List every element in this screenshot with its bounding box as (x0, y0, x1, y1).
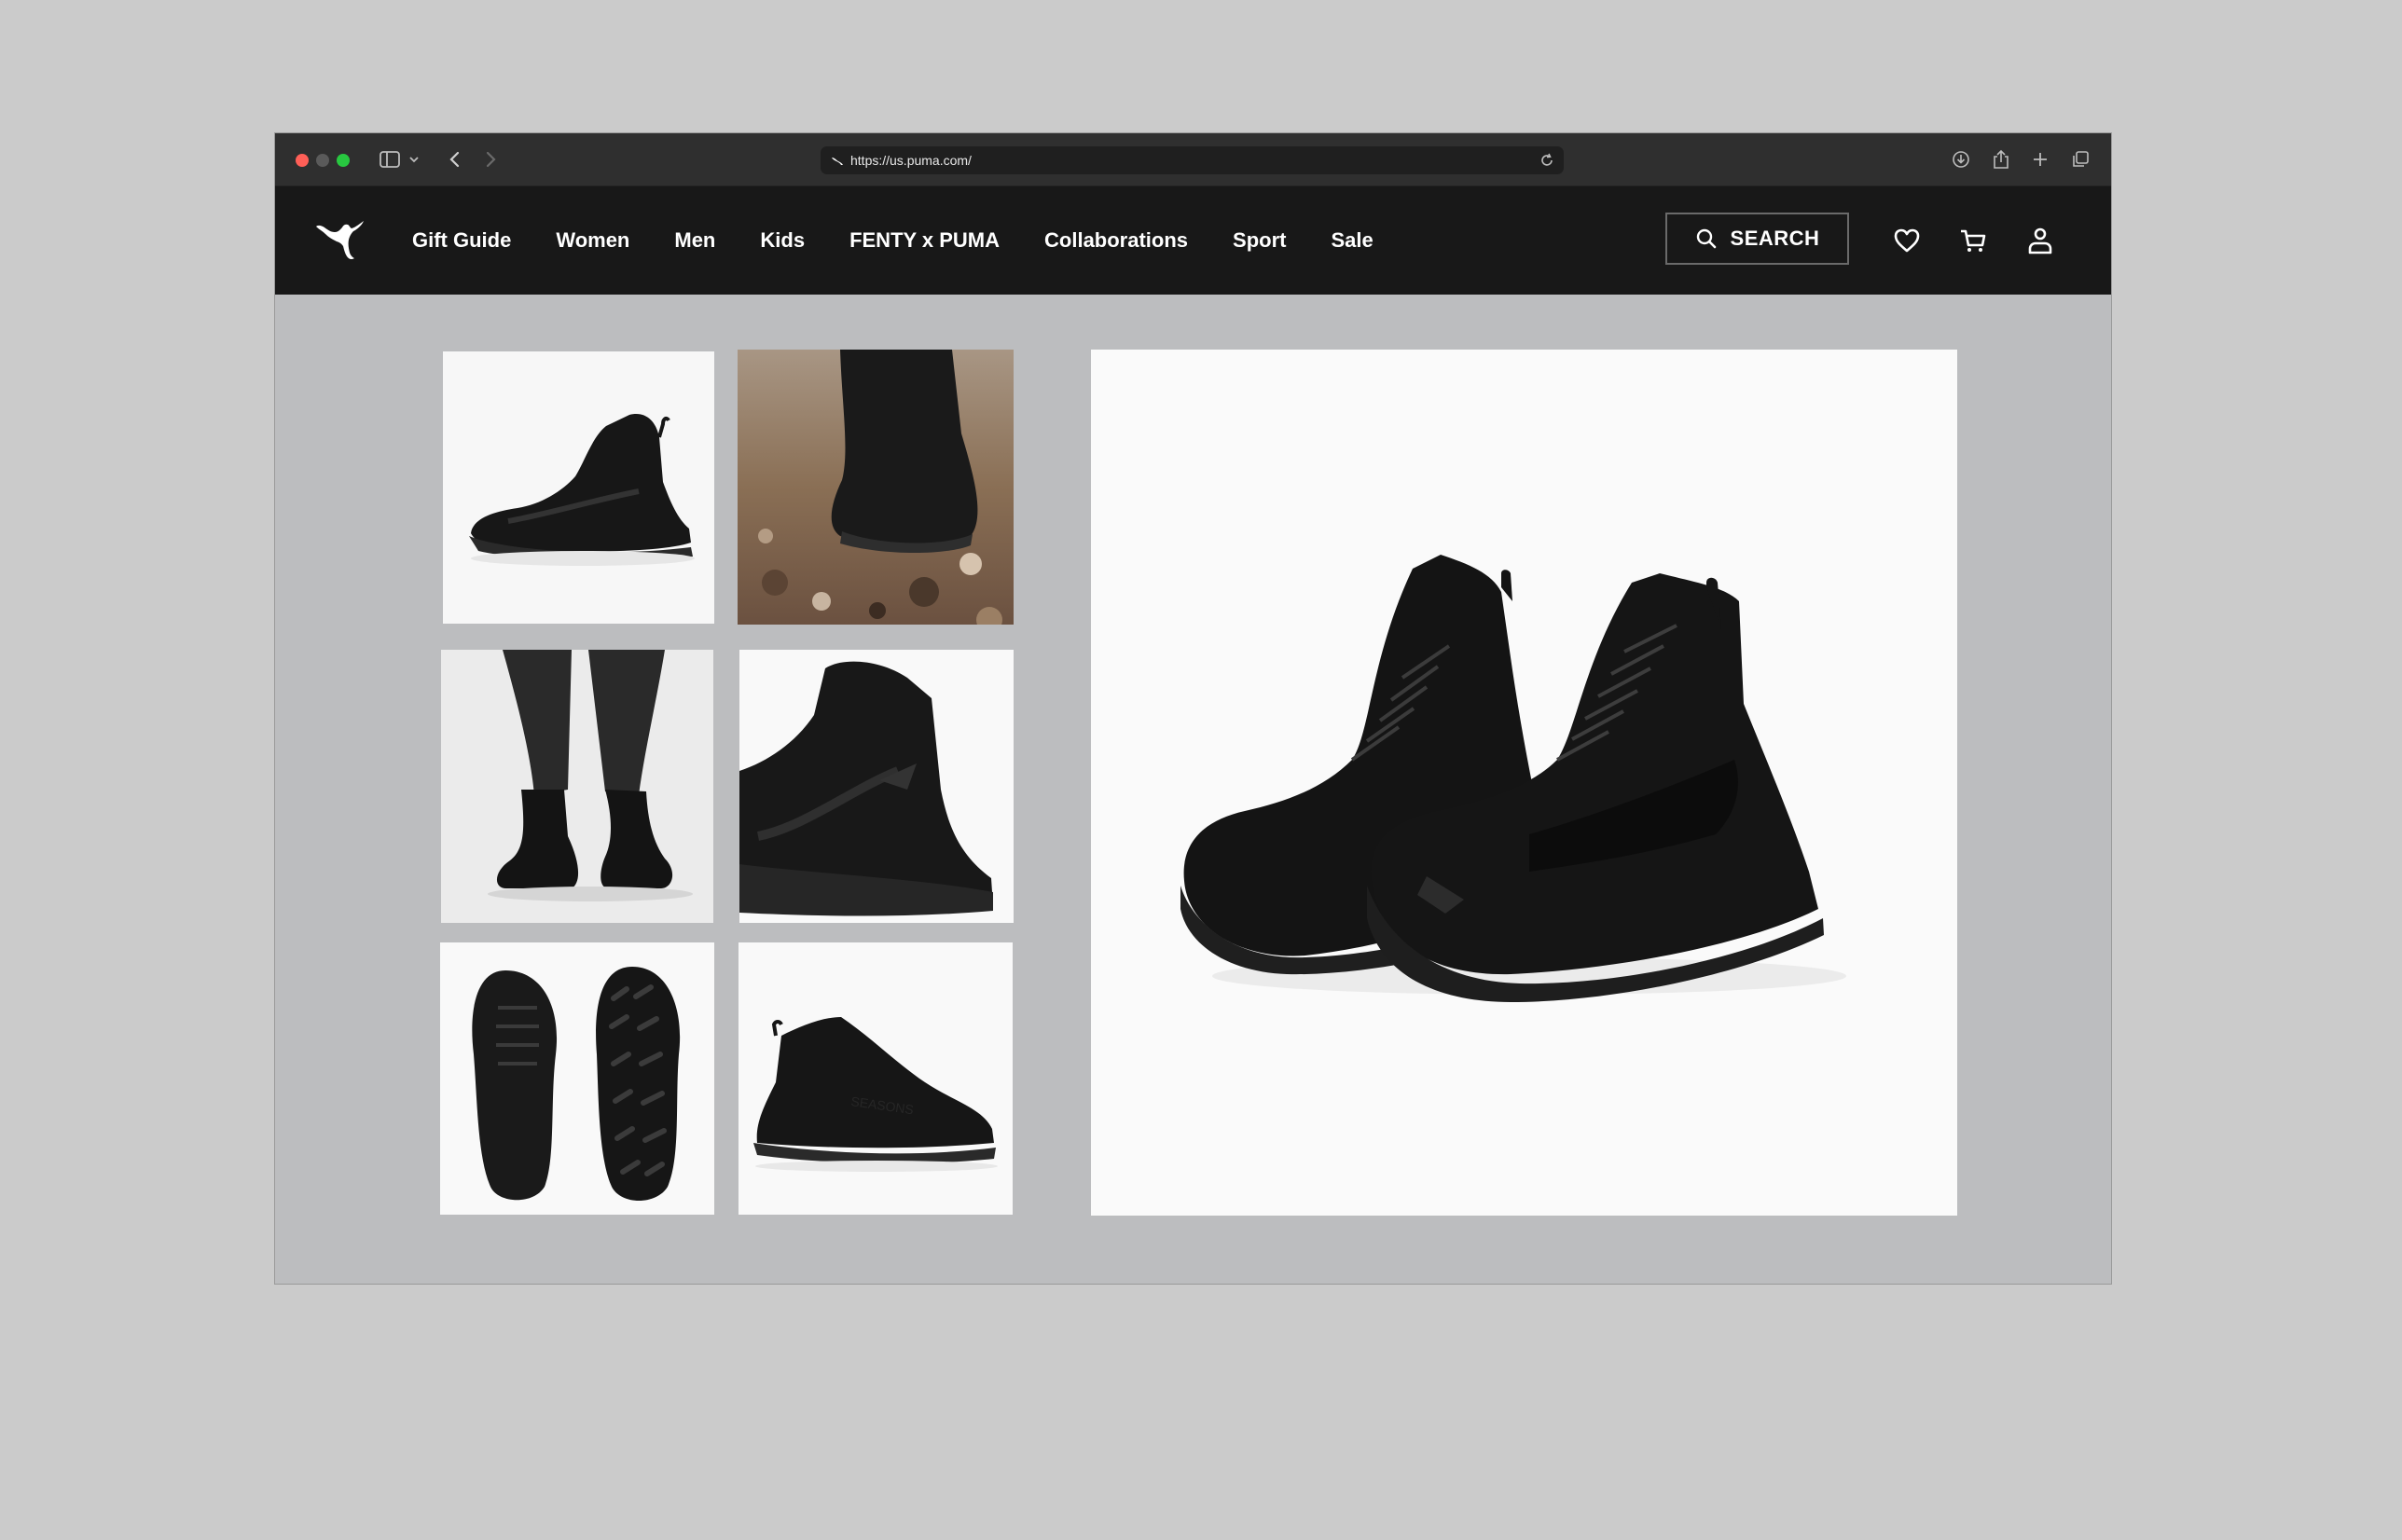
shoe-medial-side-image: SEASONS (753, 1017, 998, 1172)
cart-icon[interactable] (1957, 225, 1989, 256)
browser-toolbar: https://us.puma.com/ (275, 133, 2111, 186)
minimize-window-button[interactable] (316, 154, 329, 167)
nav-gift-guide[interactable]: Gift Guide (412, 228, 511, 253)
thumbnail-6[interactable]: SEASONS (739, 942, 1013, 1215)
model-wearing-shoes-image (441, 650, 713, 923)
puma-logo-icon[interactable] (314, 219, 366, 262)
nav-sport[interactable]: Sport (1233, 228, 1286, 253)
heel-close-up-image (739, 661, 993, 916)
nav-collaborations[interactable]: Collaborations (1044, 228, 1188, 253)
thumbnail-2[interactable] (738, 350, 1014, 625)
thumbnail-4[interactable] (739, 650, 1014, 923)
url-text: https://us.puma.com/ (850, 153, 972, 168)
tab-overview-icon[interactable] (2069, 146, 2091, 172)
thumbnail-5[interactable] (440, 942, 714, 1215)
top-and-sole-view-image (472, 967, 681, 1201)
sidebar-toggle-icon[interactable] (378, 146, 402, 172)
shoe-on-rocky-ground-image (738, 350, 1014, 625)
browser-window: https://us.puma.com/ Gift Guide Women Me… (275, 133, 2111, 1284)
site-favicon-icon (830, 153, 845, 168)
reload-icon[interactable] (1539, 153, 1554, 172)
nav-kids[interactable]: Kids (760, 228, 805, 253)
forward-icon[interactable] (482, 146, 501, 172)
search-button[interactable]: SEARCH (1665, 213, 1849, 265)
thumbnail-1[interactable] (443, 351, 714, 624)
nav-men[interactable]: Men (674, 228, 715, 253)
chevron-down-icon[interactable] (407, 146, 421, 172)
search-icon (1695, 227, 1718, 250)
address-bar[interactable]: https://us.puma.com/ (821, 146, 1564, 174)
pair-of-black-high-top-trail-shoes-image (1180, 555, 1846, 1002)
wishlist-heart-icon[interactable] (1891, 225, 1923, 256)
zoom-window-button[interactable] (337, 154, 350, 167)
shoe-side-view-image (469, 414, 695, 566)
nav-women[interactable]: Women (556, 228, 629, 253)
new-tab-icon[interactable] (2030, 146, 2050, 172)
close-window-button[interactable] (296, 154, 309, 167)
site-header: Gift Guide Women Men Kids FENTY x PUMA C… (275, 186, 2111, 295)
main-product-image[interactable] (1091, 350, 1957, 1216)
back-icon[interactable] (445, 146, 463, 172)
thumbnail-3[interactable] (441, 650, 713, 923)
account-icon[interactable] (2024, 225, 2056, 256)
nav-sale[interactable]: Sale (1331, 228, 1373, 253)
search-label: SEARCH (1730, 227, 1820, 250)
nav-fenty-x-puma[interactable]: FENTY x PUMA (849, 228, 1000, 253)
share-icon[interactable] (1991, 146, 2011, 172)
main-navigation: Gift Guide Women Men Kids FENTY x PUMA C… (412, 186, 1418, 295)
downloads-icon[interactable] (1951, 146, 1971, 172)
